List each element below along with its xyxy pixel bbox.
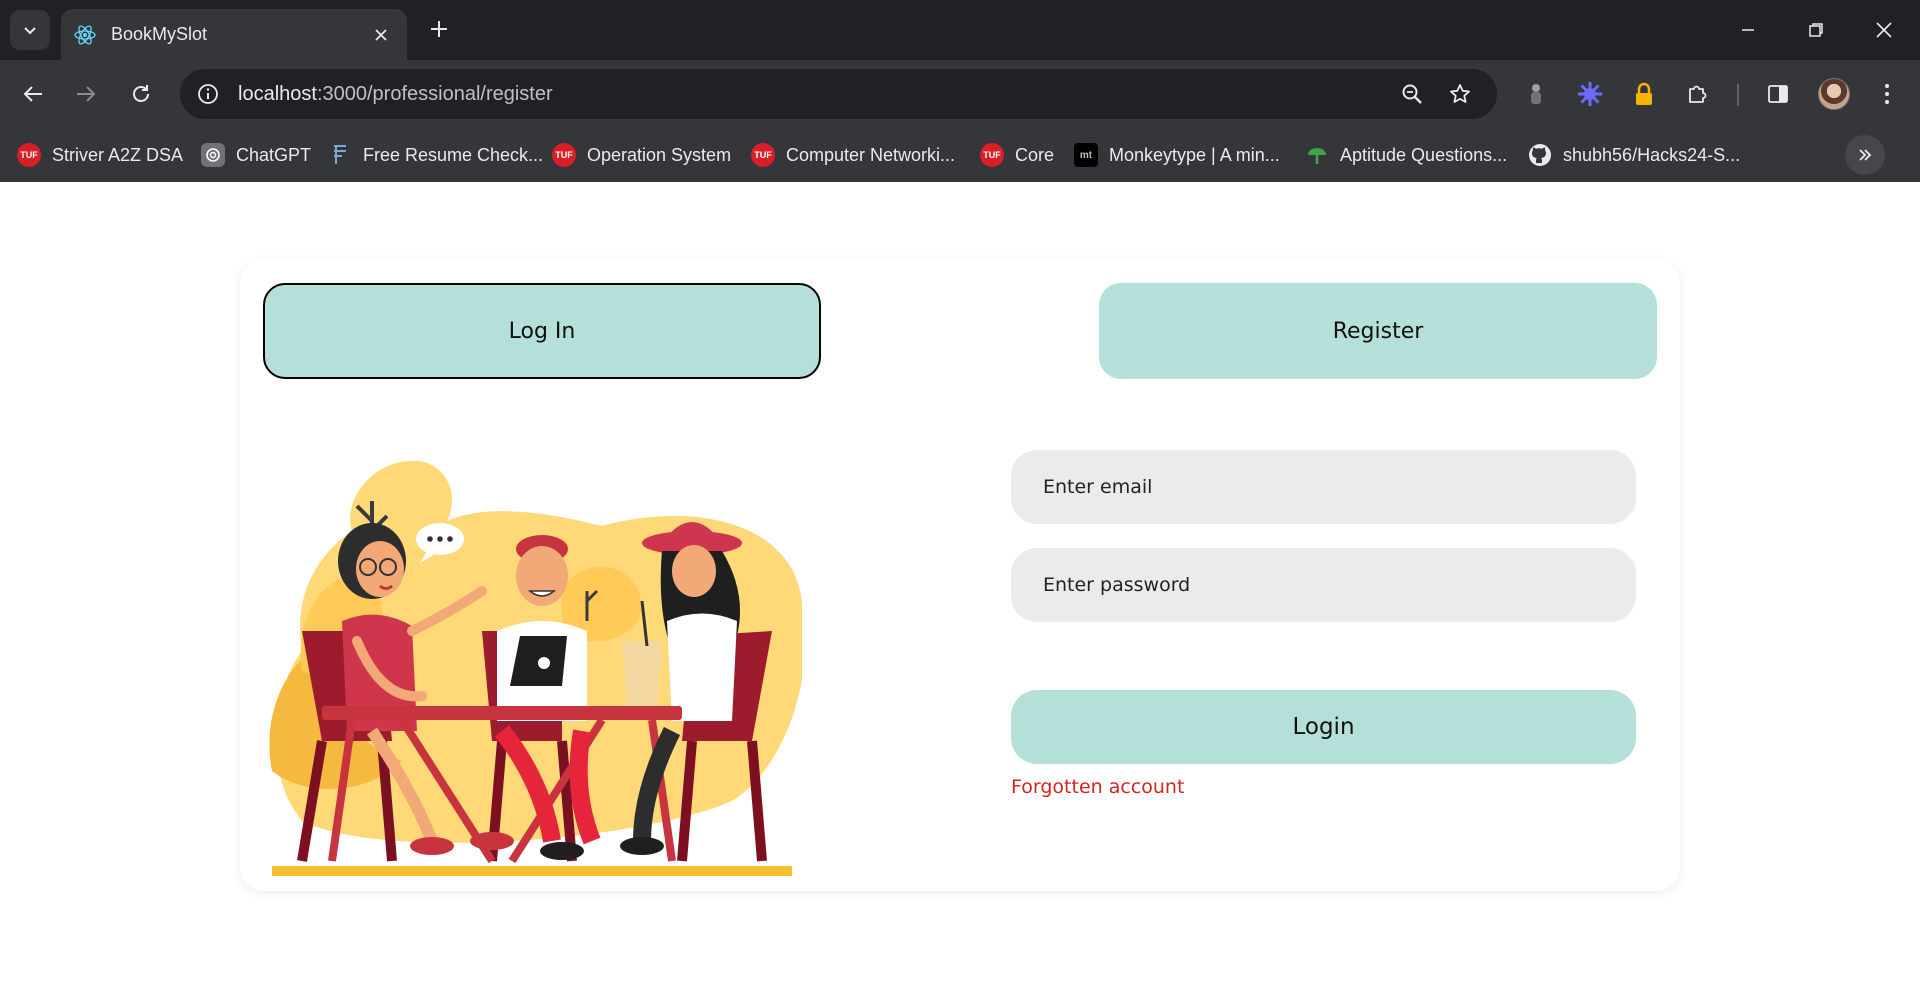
- reload-icon: [133, 85, 149, 102]
- back-button[interactable]: [15, 76, 51, 112]
- bookmark-label: Aptitude Questions...: [1340, 144, 1508, 165]
- bookmark-label: Operation System: [587, 144, 732, 165]
- extension-icon[interactable]: [1573, 77, 1607, 111]
- url-text: localhost:3000/professional/register: [238, 82, 553, 105]
- browser-tab[interactable]: BookMySlot: [61, 9, 407, 60]
- monkeytype-icon: mt: [1074, 143, 1098, 167]
- bookmark-label: ChatGPT: [236, 144, 312, 165]
- arrow-left-icon: [23, 86, 42, 102]
- bookmark-item[interactable]: mt Monkeytype | A min...: [1074, 140, 1280, 170]
- tab-title: BookMySlot: [111, 24, 208, 44]
- bookmark-label: Core: [1015, 144, 1055, 165]
- arrow-right-icon: [77, 86, 96, 102]
- bookmarks-bar: TUF Striver A2Z DSA ChatGPT Free Resume …: [0, 128, 1920, 182]
- github-icon: [1528, 143, 1552, 167]
- bookmark-item[interactable]: TUF Operation System: [552, 140, 731, 170]
- page-content: Log In Register Enter email Login Forgot…: [0, 182, 1920, 1008]
- password-input[interactable]: [1011, 548, 1636, 622]
- browser-toolbar: localhost:3000/professional/register: [0, 60, 1920, 128]
- bookmark-star-icon[interactable]: [1444, 78, 1476, 110]
- tab-search-button[interactable]: [10, 10, 50, 50]
- resume-icon: [328, 143, 352, 167]
- chevron-down-icon: [24, 27, 36, 35]
- restore-button[interactable]: [1798, 12, 1834, 48]
- bookmark-item[interactable]: Aptitude Questions...: [1305, 140, 1507, 170]
- close-window-button[interactable]: [1866, 12, 1902, 48]
- tuf-icon: TUF: [17, 143, 41, 167]
- close-icon: [1876, 22, 1892, 38]
- extension-icon[interactable]: [1519, 77, 1553, 111]
- friends-cafe-illustration: [269, 460, 802, 876]
- restore-icon: [1809, 23, 1823, 37]
- bookmark-label: shubh56/Hacks24-S...: [1563, 144, 1741, 165]
- login-tab-button[interactable]: Log In: [263, 283, 821, 379]
- toolbar-divider: [1737, 84, 1739, 106]
- bookmark-label: Monkeytype | A min...: [1109, 144, 1280, 165]
- zoom-icon[interactable]: [1396, 78, 1428, 110]
- bookmark-item[interactable]: Free Resume Check...: [328, 140, 543, 170]
- react-icon: [72, 22, 98, 48]
- chevron-double-right-icon: [1859, 149, 1872, 161]
- bookmark-label: Computer Networki...: [786, 144, 956, 165]
- forward-button[interactable]: [68, 76, 104, 112]
- bookmark-item[interactable]: shubh56/Hacks24-S...: [1528, 140, 1740, 170]
- browser-titlebar: BookMySlot: [0, 0, 1920, 60]
- bookmark-item[interactable]: TUF Core: [980, 140, 1054, 170]
- new-tab-button[interactable]: [424, 14, 454, 44]
- bookmark-item[interactable]: ChatGPT: [201, 140, 311, 170]
- lock-extension-icon[interactable]: [1627, 77, 1661, 111]
- menu-icon[interactable]: [1870, 77, 1904, 111]
- minimize-button[interactable]: [1730, 12, 1766, 48]
- profile-avatar[interactable]: [1818, 78, 1850, 110]
- plus-icon: [431, 21, 447, 37]
- email-input[interactable]: [1011, 450, 1636, 524]
- site-info-icon[interactable]: [192, 78, 224, 110]
- auth-card: Log In Register Enter email Login Forgot…: [240, 259, 1680, 891]
- tuf-icon: TUF: [552, 143, 576, 167]
- bookmarks-overflow-button[interactable]: [1845, 135, 1885, 175]
- login-submit-button[interactable]: Login: [1011, 690, 1636, 764]
- indiabix-icon: [1305, 143, 1329, 167]
- address-bar[interactable]: localhost:3000/professional/register: [180, 69, 1497, 119]
- bookmark-item[interactable]: TUF Striver A2Z DSA: [17, 140, 183, 170]
- bookmark-label: Striver A2Z DSA: [52, 144, 184, 165]
- tuf-icon: TUF: [751, 143, 775, 167]
- register-tab-button[interactable]: Register: [1099, 283, 1657, 379]
- minimize-icon: [1742, 29, 1754, 31]
- close-icon[interactable]: [369, 23, 393, 47]
- reload-button[interactable]: [123, 76, 159, 112]
- bookmark-item[interactable]: TUF Computer Networki...: [751, 140, 955, 170]
- puzzle-icon[interactable]: [1681, 77, 1715, 111]
- side-panel-icon[interactable]: [1761, 77, 1795, 111]
- bookmark-label: Free Resume Check...: [363, 144, 544, 165]
- forgotten-account-link[interactable]: Forgotten account: [1011, 776, 1184, 798]
- chatgpt-icon: [201, 143, 225, 167]
- tuf-icon: TUF: [980, 143, 1004, 167]
